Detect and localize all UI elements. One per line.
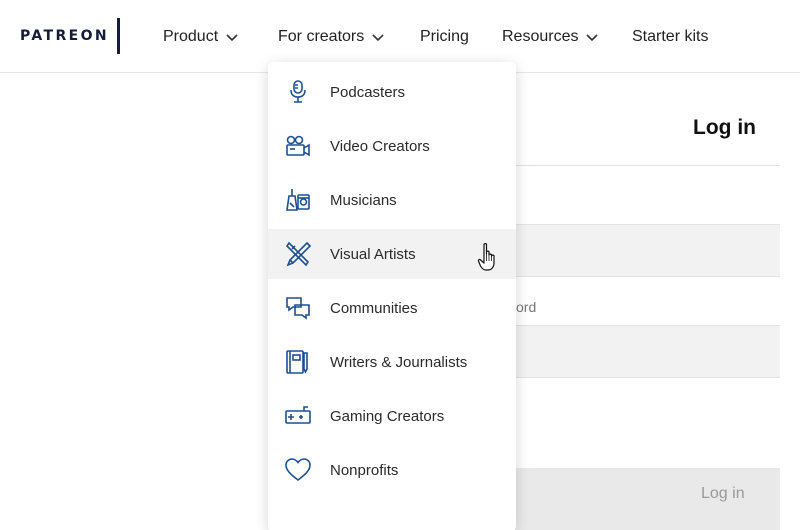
password-label: ord [516,299,537,315]
login-title: Log in [693,116,756,139]
nav-product-label: Product [163,28,219,45]
nav-starter-kits[interactable]: Starter kits [632,28,708,46]
chevron-down-icon [586,34,599,42]
menu-item-writers-journalists[interactable]: Writers & Journalists [268,337,516,387]
login-button-label: Log in [701,485,745,502]
menu-item-podcasters[interactable]: Podcasters [268,67,516,117]
nav-resources[interactable]: Resources [502,28,599,46]
menu-item-video-creators[interactable]: Video Creators [268,121,516,171]
nav-for-creators[interactable]: For creators [278,28,385,46]
game-controller-icon [285,406,311,424]
brush-pencil-icon [285,241,312,267]
menu-item-communities[interactable]: Communities [268,283,516,333]
menu-item-label: Podcasters [330,83,406,101]
menu-item-label: Gaming Creators [330,407,445,425]
for-creators-dropdown: Podcasters Video Creators Musicians Visu… [268,62,516,530]
menu-item-label: Communities [330,299,418,317]
chat-bubbles-icon [286,297,310,320]
nav-starter-kits-label: Starter kits [632,28,709,45]
menu-item-gaming-creators[interactable]: Gaming Creators [268,391,516,441]
logo-divider [117,18,120,54]
menu-item-label: Video Creators [330,137,430,155]
patreon-logo[interactable]: PATREON [20,28,109,44]
chevron-down-icon [226,34,238,42]
menu-item-label: Nonprofits [330,461,399,479]
nav-product[interactable]: Product [163,28,239,46]
menu-item-label: Visual Artists [330,245,416,263]
hand-cursor-icon [477,243,495,271]
nav-pricing-label: Pricing [420,28,469,45]
microphone-icon [290,80,306,103]
menu-item-label: Writers & Journalists [330,353,468,371]
menu-item-nonprofits[interactable]: Nonprofits [268,445,516,495]
notebook-pen-icon [286,350,308,374]
menu-item-label: Musicians [330,191,397,209]
nav-resources-label: Resources [502,28,579,45]
nav-for-creators-label: For creators [278,28,365,45]
video-camera-icon [286,135,310,157]
chevron-down-icon [372,34,384,42]
nav-pricing[interactable]: Pricing [420,28,469,46]
music-instruments-icon [286,189,310,211]
heart-icon [285,458,311,482]
menu-item-musicians[interactable]: Musicians [268,175,516,225]
